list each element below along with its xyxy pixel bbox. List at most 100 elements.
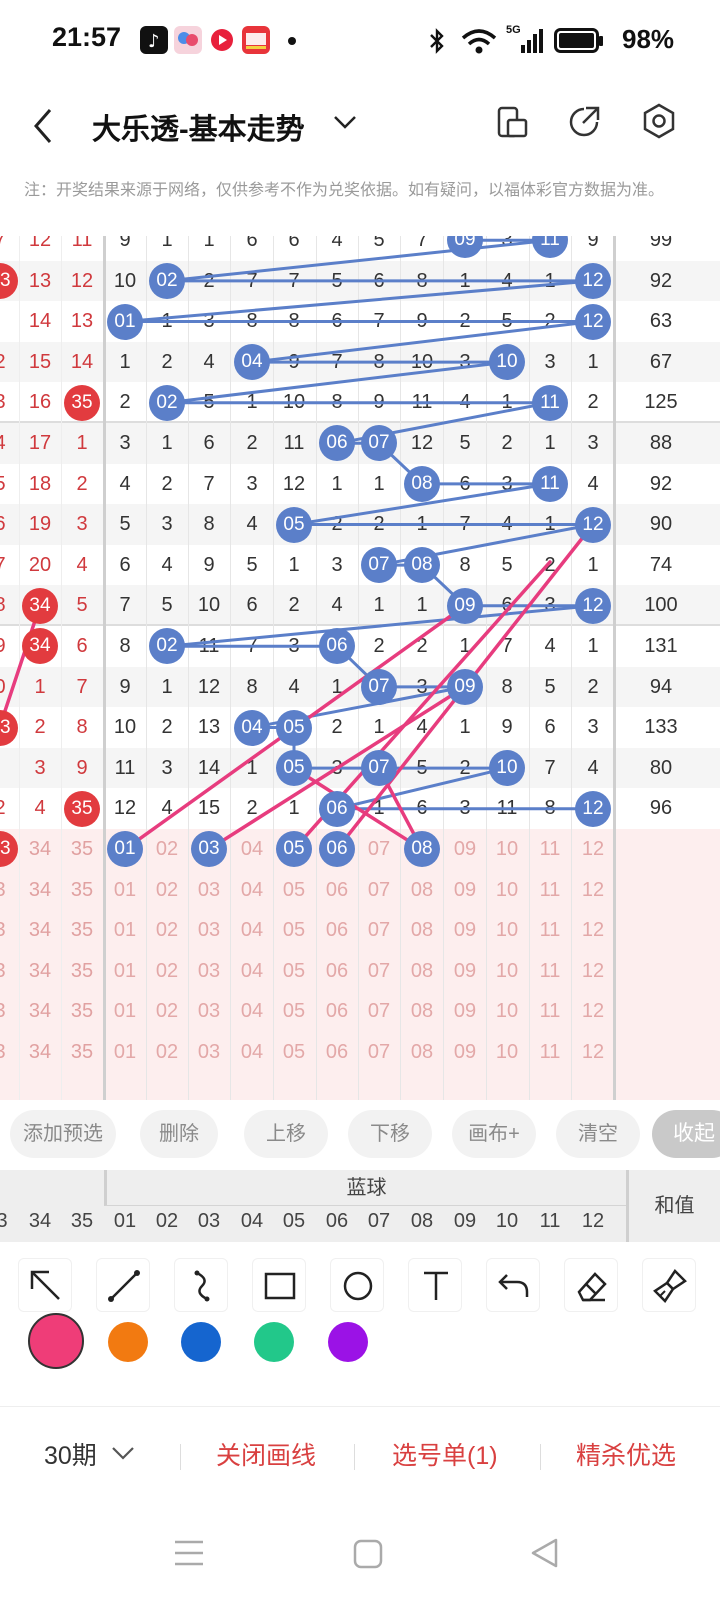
status-time: 21:57	[52, 22, 122, 52]
close-lines-button[interactable]: 关闭画线	[216, 1436, 316, 1472]
color-swatch-orange[interactable]	[108, 1322, 148, 1362]
color-swatch-green[interactable]	[254, 1322, 294, 1362]
picked-blue-ball[interactable]: 05	[276, 831, 312, 868]
chevron-down-icon[interactable]	[332, 112, 358, 132]
line-tool-icon[interactable]	[96, 1258, 150, 1312]
color-swatch-blue[interactable]	[181, 1322, 221, 1362]
chevron-down-icon[interactable]	[110, 1444, 136, 1462]
clear-button[interactable]: 清空	[556, 1110, 640, 1158]
video-icon	[208, 26, 236, 54]
column-label: 11	[539, 1210, 561, 1232]
blue-ball: 07	[361, 668, 397, 705]
arrow-tool-icon[interactable]	[18, 1258, 72, 1312]
red-ball: 35	[64, 384, 100, 421]
clear-brush-icon[interactable]	[642, 1258, 696, 1312]
blue-ball: 10	[489, 344, 525, 381]
bluetooth-icon	[430, 28, 444, 54]
move-down-button[interactable]: 下移	[348, 1110, 432, 1158]
column-label: 04	[240, 1210, 264, 1232]
blue-ball: 09	[447, 587, 483, 624]
column-label: 12	[581, 1210, 605, 1232]
blue-ball: 05	[276, 709, 312, 746]
column-label: 03	[197, 1210, 221, 1232]
column-label: 05	[282, 1210, 306, 1232]
column-label: 01	[113, 1210, 137, 1232]
menu-icon[interactable]	[172, 1538, 206, 1568]
page-title[interactable]: 大乐透-基本走势	[92, 106, 305, 148]
ball-layer: 0911330212011204103502110607081105120708…	[0, 236, 720, 1100]
blue-ball: 12	[575, 506, 611, 543]
column-label: 08	[410, 1210, 434, 1232]
picked-blue-ball[interactable]: 01	[107, 831, 143, 868]
blue-ball: 07	[361, 547, 397, 584]
toutiao-icon	[242, 26, 270, 54]
blue-ball: 09	[447, 236, 483, 259]
move-up-button[interactable]: 上移	[244, 1110, 328, 1158]
battery-percentage: 98%	[622, 24, 675, 54]
color-swatch-purple[interactable]	[328, 1322, 368, 1362]
blue-ball: 06	[319, 628, 355, 665]
text-tool-icon[interactable]	[408, 1258, 462, 1312]
blue-ball: 04	[234, 709, 270, 746]
period-selector[interactable]: 30期	[44, 1436, 97, 1472]
column-label: 10	[495, 1210, 519, 1232]
blue-ball: 12	[575, 790, 611, 827]
blue-ball: 04	[234, 344, 270, 381]
blue-ball: 05	[276, 506, 312, 543]
back-icon[interactable]	[528, 1536, 562, 1570]
blue-section-label: 蓝球	[104, 1170, 626, 1206]
blue-ball: 10	[489, 750, 525, 787]
notice-text: 注：开奖结果来源于网络，仅供参考不作为兑奖依据。如有疑问，以福体彩官方数据为准。	[24, 182, 665, 199]
divider	[540, 1444, 541, 1470]
blue-ball: 07	[361, 425, 397, 462]
delete-button[interactable]: 删除	[140, 1110, 218, 1158]
color-swatch-pink[interactable]	[28, 1313, 84, 1369]
svg-text:♪: ♪	[148, 31, 160, 52]
blue-ball: 11	[532, 236, 568, 259]
blue-ball: 08	[404, 547, 440, 584]
undo-icon[interactable]	[486, 1258, 540, 1312]
column-label: 35	[70, 1210, 94, 1232]
picked-blue-ball[interactable]: 03	[191, 831, 227, 868]
red-ball[interactable]: 33	[0, 831, 18, 868]
status-bar: 21:57 ♪ 5G 98%	[0, 0, 720, 86]
eraser-icon[interactable]	[564, 1258, 618, 1312]
share-icon[interactable]	[566, 104, 602, 140]
featured-picks-button[interactable]: 精杀优选	[576, 1436, 676, 1472]
battery-icon	[554, 28, 603, 53]
selection-list-button[interactable]: 选号单(1)	[392, 1436, 498, 1472]
red-ball: 34	[22, 628, 58, 665]
blue-ball: 05	[276, 750, 312, 787]
canvas-plus-button[interactable]: 画布+	[452, 1110, 536, 1158]
blue-ball: 06	[319, 790, 355, 827]
blue-ball: 11	[532, 384, 568, 421]
settings-icon[interactable]	[640, 102, 678, 142]
blue-ball: 08	[404, 465, 440, 502]
network-label: 5G	[506, 24, 521, 36]
column-label: 09	[453, 1210, 477, 1232]
blue-ball: 07	[361, 750, 397, 787]
red-ball: 35	[64, 790, 100, 827]
picked-blue-ball[interactable]: 08	[404, 831, 440, 868]
trend-chart[interactable]: 7121191166457399913121027756814192141313…	[0, 236, 720, 1100]
column-label: 06	[325, 1210, 349, 1232]
column-label: 34	[28, 1210, 52, 1232]
blue-ball: 12	[575, 587, 611, 624]
blue-ball: 12	[575, 262, 611, 299]
blue-ball: 02	[149, 384, 185, 421]
blue-ball: 09	[447, 668, 483, 705]
sum-label: 和值	[626, 1170, 720, 1242]
red-ball: 33	[0, 262, 18, 299]
picked-blue-ball[interactable]: 06	[319, 831, 355, 868]
divider	[0, 1406, 720, 1407]
red-ball: 33	[0, 709, 18, 746]
collapse-button[interactable]: 收起	[652, 1110, 720, 1158]
add-preselect-button[interactable]: 添加预选	[10, 1110, 116, 1158]
chevron-left-icon[interactable]	[30, 106, 60, 146]
rectangle-tool-icon[interactable]	[252, 1258, 306, 1312]
circle-tool-icon[interactable]	[330, 1258, 384, 1312]
home-icon[interactable]	[352, 1538, 384, 1570]
curve-tool-icon[interactable]	[174, 1258, 228, 1312]
phone-layout-icon[interactable]	[494, 104, 530, 140]
blue-ball: 02	[149, 262, 185, 299]
